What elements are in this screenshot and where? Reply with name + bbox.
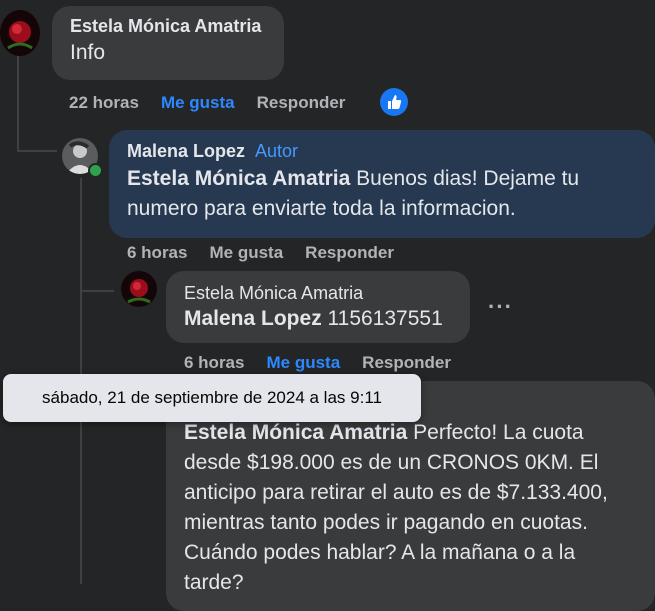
comment-time[interactable]: 6 horas [184, 353, 244, 372]
comment-author[interactable]: Estela Mónica Amatria [70, 16, 266, 37]
comment-author[interactable]: Estela Mónica Amatria [184, 283, 452, 304]
comment-bubble: Malena Lopez Autor Estela Mónica Amatria … [109, 130, 655, 238]
comment-bubble: Estela Mónica Amatria Info [52, 6, 284, 80]
comment-text: Estela Mónica Amatria Perfecto! La cuota… [184, 421, 608, 594]
comment-text: Info [70, 41, 106, 64]
comment-text: Estela Mónica Amatria Buenos dias! Dejam… [127, 167, 580, 220]
thread-line-main [17, 56, 19, 152]
comment-actions: 6 horas Me gusta Responder [127, 243, 416, 263]
comment-bubble: Estela Mónica Amatria Malena Lopez 11561… [166, 271, 470, 343]
like-button[interactable]: Me gusta [161, 93, 235, 112]
reply-button[interactable]: Responder [257, 93, 346, 112]
thread-line-branch-2 [80, 290, 114, 292]
reply-button[interactable]: Responder [305, 243, 394, 262]
like-button[interactable]: Me gusta [266, 353, 340, 372]
timestamp-tooltip: sábado, 21 de septiembre de 2024 a las 9… [3, 374, 421, 422]
comment-time[interactable]: 22 horas [69, 93, 139, 112]
mention-link[interactable]: Malena Lopez [184, 307, 322, 330]
comment-text: Malena Lopez 1156137551 [184, 307, 443, 330]
comment-actions: 6 horas Me gusta Responder [184, 353, 473, 373]
thumbs-up-icon[interactable] [380, 88, 408, 116]
comment-author[interactable]: Malena Lopez [127, 141, 245, 161]
author-badge: Autor [255, 141, 299, 161]
like-button[interactable]: Me gusta [209, 243, 283, 262]
reply-button[interactable]: Responder [362, 353, 451, 372]
mention-link[interactable]: Estela Mónica Amatria [184, 421, 407, 444]
more-options-button[interactable]: ··· [488, 294, 513, 320]
comment-actions: 22 horas Me gusta Responder [69, 93, 367, 113]
avatar[interactable] [0, 10, 40, 56]
thread-line-branch-1 [17, 150, 57, 152]
comment-time[interactable]: 6 horas [127, 243, 187, 262]
avatar[interactable] [121, 271, 157, 307]
mention-link[interactable]: Estela Mónica Amatria [127, 167, 350, 190]
online-status-dot [88, 163, 103, 178]
